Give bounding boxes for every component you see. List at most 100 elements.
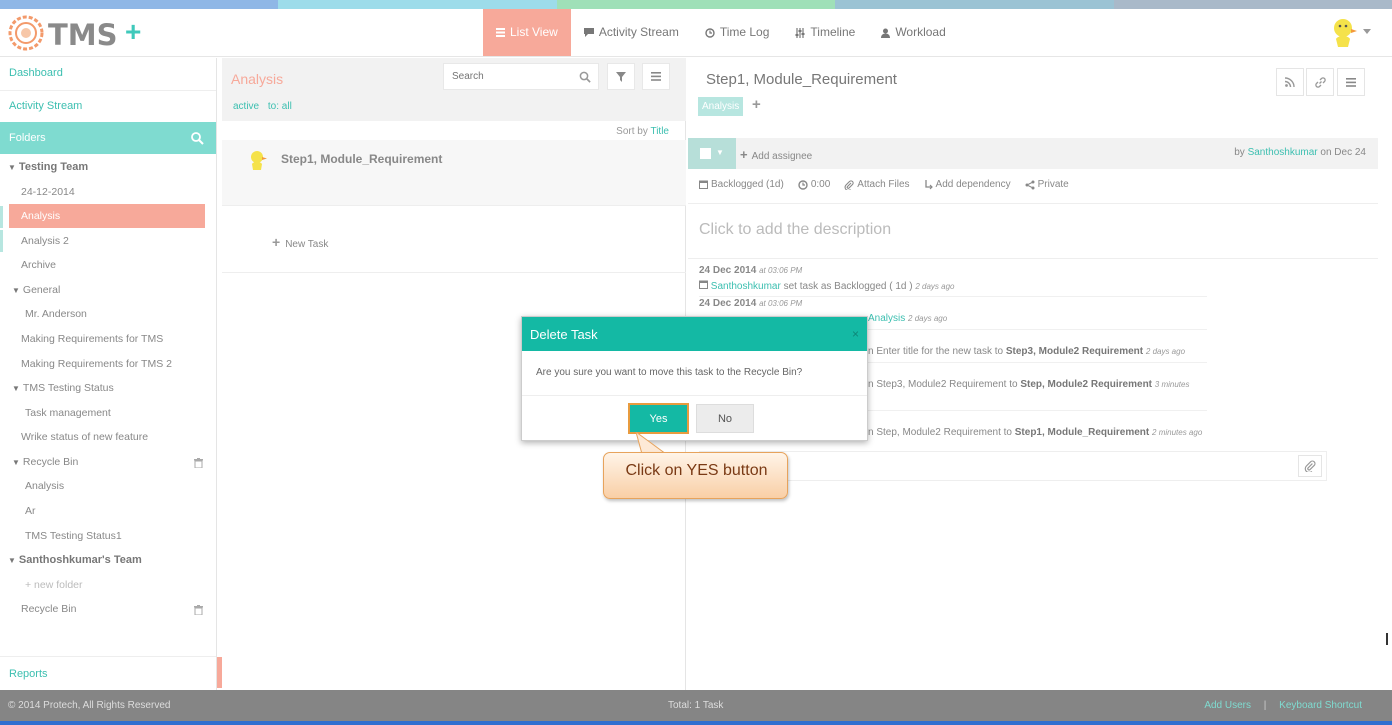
log-date: 24 Dec 2014 at 03:06 PM	[699, 298, 803, 309]
privacy-button[interactable]: Private	[1025, 179, 1069, 190]
dialog-title: Delete Task	[530, 327, 598, 342]
log-entry: Analysis 2 days ago	[868, 313, 948, 324]
folder-tms-testing-status[interactable]: ▼ TMS Testing Status	[12, 382, 114, 394]
log-entry: n Step3, Module2 Requirement to Step, Mo…	[868, 379, 1190, 390]
clock-icon	[798, 179, 808, 190]
folder-mr-anderson[interactable]: Mr. Anderson	[25, 308, 87, 320]
status-dropdown[interactable]: ▼	[688, 138, 736, 169]
sidebar-item-dashboard[interactable]: Dashboard	[9, 67, 63, 79]
menu-icon	[651, 72, 661, 81]
task-avatar	[251, 151, 267, 170]
time-tracked[interactable]: 0:00	[798, 179, 830, 190]
filter-assignee[interactable]: to: all	[268, 101, 292, 112]
add-users-link[interactable]: Add Users	[1204, 700, 1251, 711]
folder-recycled-analysis[interactable]: Analysis	[25, 480, 64, 492]
search-input[interactable]	[444, 64, 564, 89]
tab-time-log[interactable]: Time Log	[692, 9, 783, 56]
trash-icon[interactable]	[194, 605, 203, 615]
link-button[interactable]	[1306, 68, 1334, 96]
folder-task-management[interactable]: Task management	[25, 407, 111, 419]
folder-wrike-status[interactable]: Wrike status of new feature	[21, 431, 148, 443]
folder-tag[interactable]: Analysis	[698, 97, 744, 116]
folder-recycled-tms-status1[interactable]: TMS Testing Status1	[25, 530, 122, 542]
no-button[interactable]: No	[696, 404, 754, 433]
dialog-header: Delete Task ×	[522, 317, 867, 351]
tab-activity-stream[interactable]: Activity Stream	[571, 9, 692, 56]
log-folder-link[interactable]: Analysis	[868, 313, 905, 324]
new-folder-link[interactable]: + new folder	[25, 579, 83, 591]
task-meta-row: Backlogged (1d) 0:00 Attach Files Add de…	[699, 179, 1069, 190]
add-button[interactable]: +	[125, 17, 141, 47]
yes-button[interactable]: Yes	[628, 403, 689, 434]
callout-text: Click on YES button	[625, 462, 768, 479]
close-icon[interactable]: ×	[852, 327, 859, 341]
keyboard-shortcut-link[interactable]: Keyboard Shortcut	[1279, 700, 1362, 711]
folder-analysis[interactable]: Analysis	[9, 204, 205, 228]
paperclip-icon	[1304, 460, 1316, 472]
menu-icon	[1346, 77, 1356, 87]
logo-text: TMS	[48, 18, 118, 52]
status-backlogged[interactable]: Backlogged (1d)	[699, 179, 784, 190]
folder-archive[interactable]: Archive	[21, 259, 56, 271]
folder-testing-team[interactable]: ▼ Testing Team	[8, 161, 88, 173]
trash-icon[interactable]	[194, 458, 203, 468]
tab-label: List View	[510, 25, 558, 39]
folder-analysis-2[interactable]: Analysis 2	[21, 235, 69, 247]
divider	[688, 258, 1378, 259]
log-entry: n Step, Module2 Requirement to Step1, Mo…	[868, 427, 1203, 438]
logo-icon	[8, 15, 44, 51]
folder-24-12-2014[interactable]: 24-12-2014	[21, 186, 75, 198]
user-icon	[881, 28, 891, 38]
selection-marker	[0, 206, 3, 228]
sort-prefix: Sort by	[616, 126, 648, 137]
sort-field-link[interactable]: Title	[650, 126, 669, 137]
divider	[699, 296, 1207, 297]
list-menu-button[interactable]	[642, 63, 670, 90]
taskbar-strip	[0, 721, 1392, 725]
filter-active[interactable]: active	[233, 101, 259, 112]
rss-button[interactable]	[1276, 68, 1304, 96]
folder-recycled-ar[interactable]: Ar	[25, 505, 36, 517]
tab-workload[interactable]: Workload	[868, 9, 958, 56]
folder-general[interactable]: ▼ General	[12, 284, 60, 296]
tab-list-view[interactable]: List View	[483, 9, 571, 56]
log-user-link[interactable]: Santhoshkumar	[711, 281, 781, 292]
sliders-icon	[795, 27, 805, 38]
sidebar-item-reports[interactable]: Reports	[9, 668, 48, 680]
detail-menu-button[interactable]	[1337, 68, 1365, 96]
log-entry: n Enter title for the new task to Step3,…	[868, 346, 1186, 357]
folder-making-requirements[interactable]: Making Requirements for TMS	[21, 333, 163, 345]
folder-recycle-bin-2[interactable]: Recycle Bin	[21, 603, 76, 615]
description-placeholder[interactable]: Click to add the description	[699, 221, 891, 239]
folder-making-requirements-2[interactable]: Making Requirements for TMS 2	[21, 358, 172, 370]
comment-input[interactable]	[699, 451, 1327, 481]
add-dependency-button[interactable]: Add dependency	[924, 179, 1011, 190]
add-tag-button[interactable]: +	[752, 96, 761, 113]
new-task-button[interactable]: + New Task	[272, 234, 328, 250]
complete-checkbox[interactable]	[700, 148, 711, 159]
task-row[interactable]: Step1, Module_Requirement	[222, 140, 686, 206]
log-entry: Santhoshkumar set task as Backlogged ( 1…	[699, 280, 955, 292]
folder-santhoshkumar-team[interactable]: ▼ Santhoshkumar's Team	[8, 554, 142, 566]
tab-label: Timeline	[810, 25, 856, 39]
attach-files-button[interactable]: Attach Files	[844, 179, 910, 190]
chevron-down-icon[interactable]	[1363, 29, 1371, 35]
dialog-message: Are you sure you want to move this task …	[536, 367, 803, 378]
footer: © 2014 Protech, All Rights Reserved Tota…	[0, 690, 1392, 721]
task-detail-title[interactable]: Step1, Module_Requirement	[706, 71, 897, 88]
attach-button[interactable]	[1298, 455, 1322, 477]
search-icon[interactable]	[190, 131, 204, 145]
filter-icon	[616, 71, 626, 82]
avatar[interactable]	[1330, 17, 1360, 49]
author-link[interactable]: Santhoshkumar	[1248, 147, 1318, 158]
share-icon	[1025, 180, 1035, 189]
task-total: Total: 1 Task	[668, 700, 724, 711]
sidebar-item-activity-stream[interactable]: Activity Stream	[9, 100, 82, 112]
folder-recycle-bin[interactable]: ▼ Recycle Bin	[12, 456, 78, 468]
filter-button[interactable]	[607, 63, 635, 90]
add-assignee-button[interactable]: + Add assignee	[740, 147, 812, 162]
tab-label: Workload	[895, 25, 946, 39]
tab-timeline[interactable]: Timeline	[782, 9, 868, 56]
search-icon[interactable]	[579, 71, 591, 83]
view-tabs: List View Activity Stream Time Log Timel…	[483, 9, 959, 57]
